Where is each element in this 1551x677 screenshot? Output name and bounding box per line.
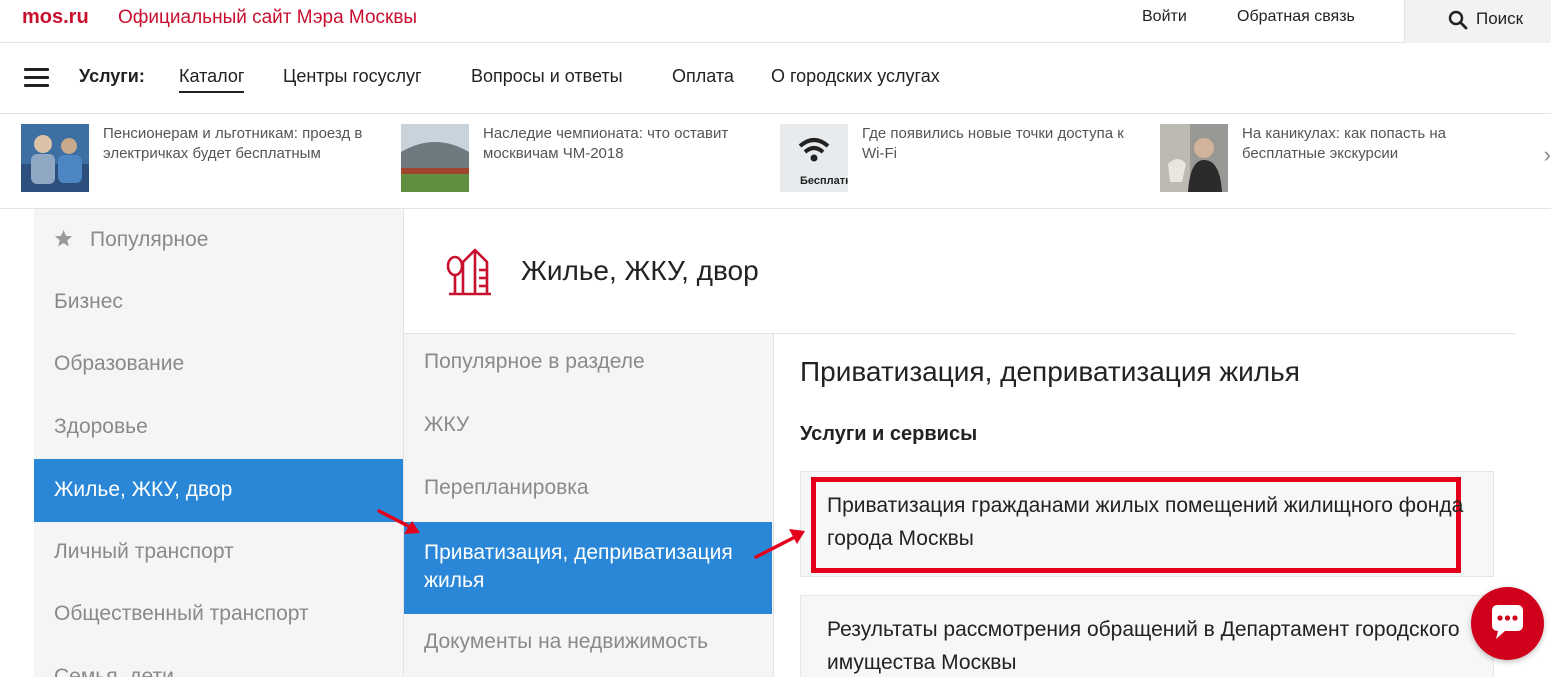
news-thumbnail bbox=[1160, 124, 1228, 192]
menu-icon[interactable] bbox=[24, 68, 49, 88]
subnav-item-property-docs[interactable]: Документы на недвижимость bbox=[404, 630, 772, 654]
login-link[interactable]: Войти bbox=[1142, 8, 1187, 26]
service-card[interactable]: Результаты рассмотрения обращений в Депа… bbox=[800, 595, 1494, 677]
subnav-item-popular[interactable]: Популярное в разделе bbox=[404, 350, 772, 374]
search-button[interactable]: Поиск bbox=[1404, 0, 1551, 43]
category-panel: Жилье, ЖКУ, двор Популярное в разделе ЖК… bbox=[403, 209, 1515, 677]
catalog-area: Популярное Бизнес Образование Здоровье Ж… bbox=[34, 209, 1515, 677]
nav-label: Услуги: bbox=[79, 66, 145, 86]
site-logo[interactable]: mos.ru bbox=[22, 6, 89, 29]
news-strip: Пенсионерам и льготникам: проезд в элект… bbox=[0, 114, 1551, 209]
news-thumbnail bbox=[21, 124, 89, 192]
service-card-title: Результаты рассмотрения обращений в Депа… bbox=[827, 618, 1460, 674]
annotation-arrow bbox=[754, 529, 805, 559]
category-sidebar: Популярное Бизнес Образование Здоровье Ж… bbox=[34, 209, 403, 677]
section-title: Приватизация, деприватизация жилья bbox=[800, 356, 1300, 387]
subnav-item-zhku[interactable]: ЖКУ bbox=[404, 413, 772, 437]
star-icon bbox=[54, 229, 73, 247]
housing-icon bbox=[446, 248, 491, 296]
svg-text:Бесплатны: Бесплатны bbox=[800, 175, 848, 187]
nav-item-service-centers[interactable]: Центры госуслуг bbox=[283, 66, 422, 87]
news-thumbnail: Бесплатны bbox=[780, 124, 848, 192]
section-subtitle: Услуги и сервисы bbox=[800, 423, 978, 445]
sidebar-item-personal-transport[interactable]: Личный транспорт bbox=[34, 521, 403, 584]
news-text: Наследие чемпионата: что оставит москвич… bbox=[483, 125, 729, 162]
wifi-icon: Бесплатны bbox=[780, 124, 848, 192]
subnav-item-privatization[interactable]: Приватизация, деприватизация жилья bbox=[404, 522, 772, 614]
service-card[interactable]: Приватизация гражданами жилых помещений … bbox=[800, 471, 1494, 577]
sidebar-item-housing[interactable]: Жилье, ЖКУ, двор bbox=[34, 459, 403, 522]
news-text: Пенсионерам и льготникам: проезд в элект… bbox=[103, 125, 363, 162]
sidebar-item-label: Популярное bbox=[90, 228, 209, 251]
news-thumbnail bbox=[401, 124, 469, 192]
services-nav: Услуги: Каталог Центры госуслуг Вопросы … bbox=[0, 43, 1551, 114]
news-text: Где появились новые точки доступа к Wi-F… bbox=[862, 125, 1124, 162]
top-bar: mos.ru Официальный сайт Мэра Москвы Войт… bbox=[0, 0, 1551, 43]
services-content: Приватизация, деприватизация жилья Услуг… bbox=[775, 334, 1515, 677]
news-text: На каникулах: как попасть на бесплатные … bbox=[1242, 125, 1446, 162]
sidebar-item-public-transport[interactable]: Общественный транспорт bbox=[34, 583, 403, 646]
nav-item-payment[interactable]: Оплата bbox=[672, 66, 734, 87]
annotation-arrow bbox=[377, 509, 420, 534]
nav-item-catalog[interactable]: Каталог bbox=[179, 66, 245, 93]
sidebar-item-education[interactable]: Образование bbox=[34, 333, 403, 396]
chat-bubble-icon bbox=[1492, 605, 1523, 639]
chevron-right-icon[interactable]: › bbox=[1544, 142, 1551, 168]
subcategory-nav: Популярное в разделе ЖКУ Перепланировка … bbox=[404, 334, 774, 677]
subnav-item-replanning[interactable]: Перепланировка bbox=[404, 476, 772, 500]
site-title[interactable]: Официальный сайт Мэра Москвы bbox=[118, 7, 417, 29]
sidebar-item-health[interactable]: Здоровье bbox=[34, 396, 403, 459]
search-label: Поиск bbox=[1476, 9, 1524, 28]
nav-item-faq[interactable]: Вопросы и ответы bbox=[471, 66, 623, 87]
service-card-title: Приватизация гражданами жилых помещений … bbox=[827, 494, 1464, 550]
category-header: Жилье, ЖКУ, двор bbox=[404, 209, 1515, 334]
feedback-link[interactable]: Обратная связь bbox=[1237, 8, 1355, 26]
category-title: Жилье, ЖКУ, двор bbox=[521, 255, 759, 286]
sidebar-item-business[interactable]: Бизнес bbox=[34, 271, 403, 334]
search-icon bbox=[1448, 10, 1468, 30]
nav-item-about[interactable]: О городских услугах bbox=[771, 66, 940, 87]
sidebar-item-popular[interactable]: Популярное bbox=[34, 209, 403, 272]
sidebar-item-family[interactable]: Семья, дети bbox=[34, 646, 403, 677]
chat-button[interactable] bbox=[1471, 587, 1544, 660]
